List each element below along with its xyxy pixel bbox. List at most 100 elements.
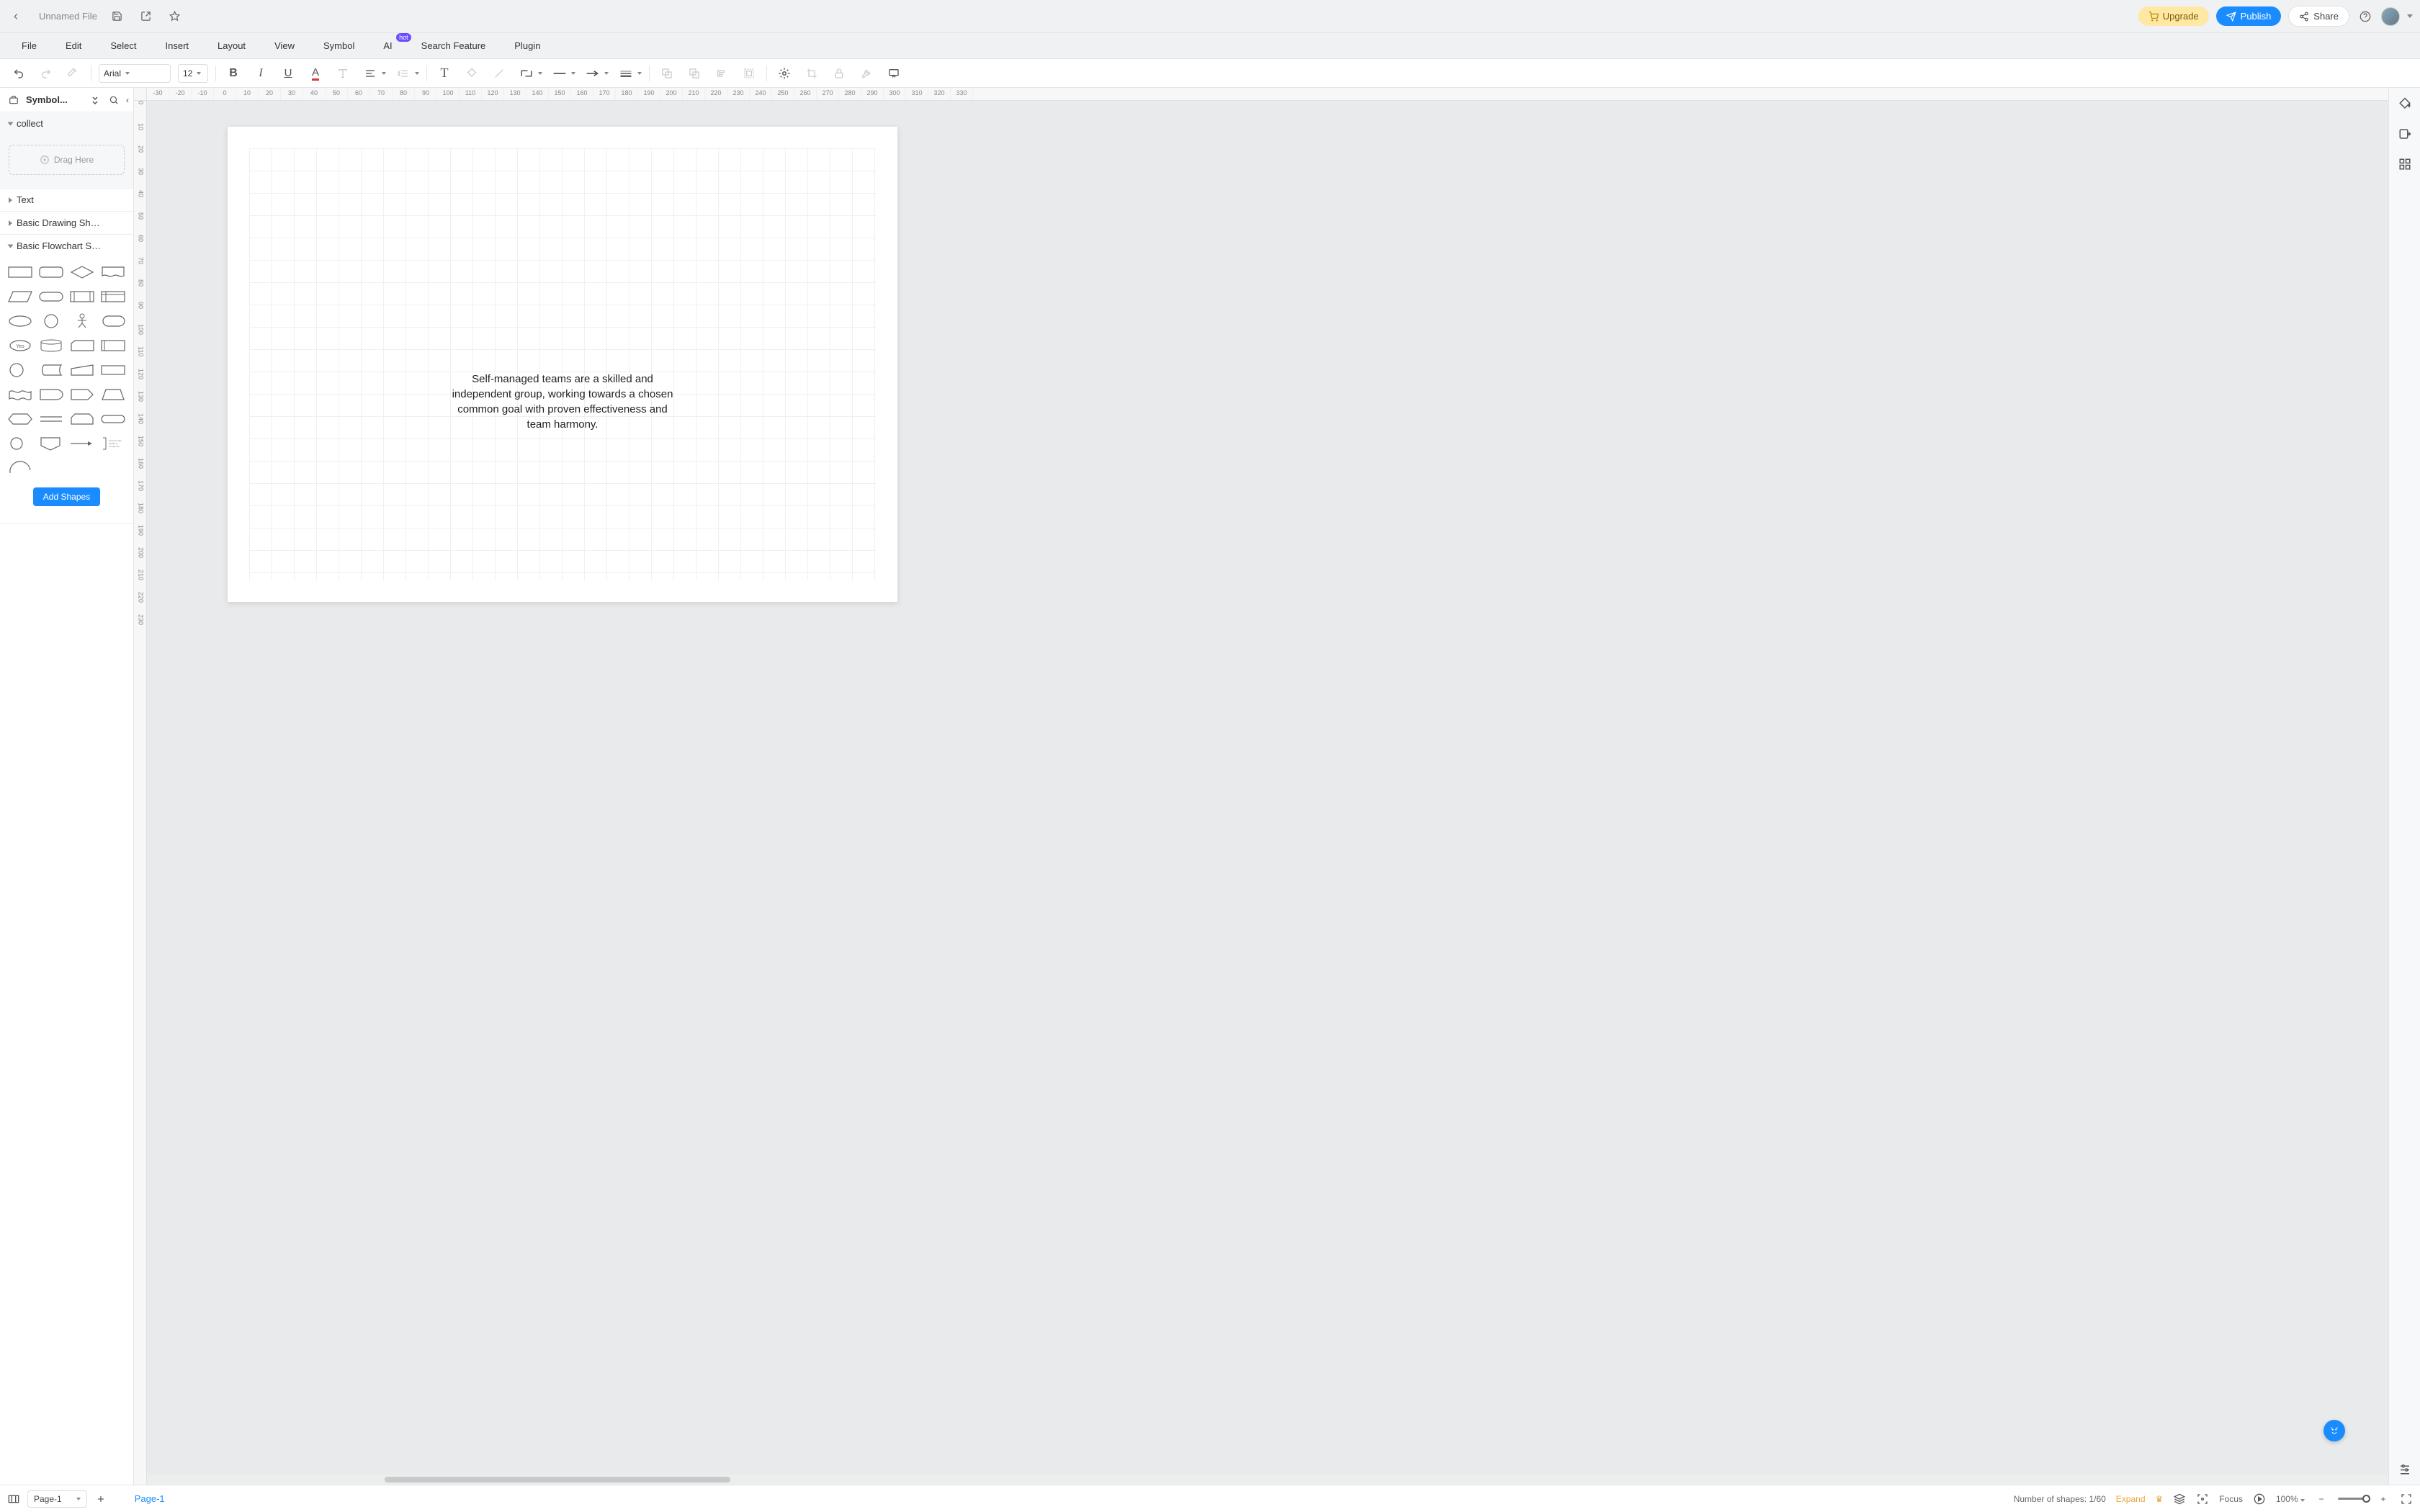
menu-ai[interactable]: AI hot bbox=[369, 36, 406, 55]
shape-pill[interactable] bbox=[99, 410, 126, 428]
shape-subroutine[interactable] bbox=[99, 336, 126, 355]
horizontal-ruler[interactable]: -30-20-100102030405060708090100110120130… bbox=[147, 88, 2388, 101]
shape-circle[interactable] bbox=[38, 312, 65, 330]
shape-hexagon[interactable] bbox=[7, 410, 34, 428]
menu-view[interactable]: View bbox=[260, 36, 309, 55]
pages-panel-icon[interactable] bbox=[7, 1493, 20, 1506]
shape-process[interactable] bbox=[7, 263, 34, 282]
focus-target-icon[interactable] bbox=[2196, 1493, 2209, 1506]
bring-to-front-icon[interactable] bbox=[684, 63, 704, 84]
shape-small-circle[interactable] bbox=[7, 434, 34, 453]
expand-link[interactable]: Expand bbox=[2116, 1494, 2146, 1504]
shape-parallel-lines[interactable] bbox=[38, 410, 65, 428]
library-icon[interactable] bbox=[7, 94, 20, 107]
upgrade-button[interactable]: Upgrade bbox=[2138, 6, 2209, 26]
file-title[interactable]: Unnamed File bbox=[39, 11, 97, 22]
shape-database[interactable] bbox=[38, 336, 65, 355]
align-icon[interactable] bbox=[360, 63, 380, 84]
shape-offpage[interactable] bbox=[38, 434, 65, 453]
page-surface[interactable]: Self-managed teams are a skilled and ind… bbox=[228, 127, 897, 602]
save-icon[interactable] bbox=[109, 8, 126, 25]
drag-here-zone[interactable]: Drag Here bbox=[9, 145, 125, 175]
line-spacing-icon[interactable] bbox=[393, 63, 413, 84]
group-icon[interactable] bbox=[739, 63, 759, 84]
page-tab[interactable]: Page-1 bbox=[129, 1490, 171, 1507]
wrench-icon[interactable] bbox=[856, 63, 877, 84]
menu-select[interactable]: Select bbox=[96, 36, 151, 55]
crop-icon[interactable] bbox=[802, 63, 822, 84]
zoom-slider-knob[interactable] bbox=[2362, 1495, 2370, 1503]
horizontal-scrollbar[interactable] bbox=[147, 1475, 2388, 1485]
shape-yes-label[interactable]: Yes bbox=[7, 336, 34, 355]
zoom-label[interactable]: 100% bbox=[2276, 1494, 2305, 1504]
shape-terminator[interactable] bbox=[38, 287, 65, 306]
group-basic-flowchart-header[interactable]: Basic Flowchart S… bbox=[0, 235, 133, 257]
shape-decision[interactable] bbox=[69, 263, 96, 282]
shape-rounded-rect[interactable] bbox=[38, 263, 65, 282]
lock-icon[interactable] bbox=[829, 63, 849, 84]
canvas-text-block[interactable]: Self-managed teams are a skilled and ind… bbox=[447, 372, 678, 432]
account-caret-icon[interactable] bbox=[2407, 14, 2413, 18]
menu-layout[interactable]: Layout bbox=[203, 36, 260, 55]
group-collect-header[interactable]: collect bbox=[0, 112, 133, 135]
font-family-select[interactable]: Arial bbox=[99, 64, 171, 83]
menu-search-feature[interactable]: Search Feature bbox=[407, 36, 501, 55]
layers-icon[interactable] bbox=[2173, 1493, 2186, 1506]
menu-symbol[interactable]: Symbol bbox=[309, 36, 369, 55]
shape-ellipse[interactable] bbox=[7, 312, 34, 330]
focus-label[interactable]: Focus bbox=[2219, 1494, 2243, 1504]
presentation-icon[interactable] bbox=[884, 63, 904, 84]
shape-rect-2[interactable] bbox=[99, 361, 126, 379]
effects-icon[interactable] bbox=[774, 63, 794, 84]
shape-arrow-pentagon[interactable] bbox=[69, 385, 96, 404]
sidebar-expand-icon[interactable] bbox=[89, 94, 102, 107]
play-icon[interactable] bbox=[2253, 1493, 2266, 1506]
add-page-icon[interactable] bbox=[94, 1493, 107, 1506]
help-icon[interactable] bbox=[2357, 8, 2374, 25]
shape-loop-limit[interactable] bbox=[69, 410, 96, 428]
vertical-ruler[interactable]: 0102030405060708090100110120130140150160… bbox=[134, 101, 147, 1485]
settings-panel-icon[interactable] bbox=[2396, 1460, 2414, 1477]
text-box-icon[interactable]: T bbox=[434, 63, 454, 84]
zoom-slider[interactable] bbox=[2338, 1498, 2367, 1500]
text-format-icon[interactable] bbox=[333, 63, 353, 84]
shape-annotation[interactable]: Drag the sidehandle tochange the bbox=[99, 434, 126, 453]
shape-display[interactable] bbox=[99, 312, 126, 330]
font-size-select[interactable]: 12 bbox=[178, 64, 208, 83]
shape-trapezoid[interactable] bbox=[99, 385, 126, 404]
assistant-bubble[interactable] bbox=[2323, 1420, 2345, 1441]
redo-icon[interactable] bbox=[36, 63, 56, 84]
underline-icon[interactable]: U bbox=[278, 63, 298, 84]
menu-edit[interactable]: Edit bbox=[51, 36, 96, 55]
publish-button[interactable]: Publish bbox=[2216, 6, 2282, 26]
fullscreen-icon[interactable] bbox=[2400, 1493, 2413, 1506]
group-text-header[interactable]: Text bbox=[0, 189, 133, 211]
scrollbar-thumb[interactable] bbox=[385, 1477, 730, 1482]
send-to-back-icon[interactable] bbox=[657, 63, 677, 84]
shape-arc[interactable] bbox=[7, 459, 34, 477]
fill-color-icon[interactable] bbox=[462, 63, 482, 84]
export-icon[interactable] bbox=[138, 8, 155, 25]
search-icon[interactable] bbox=[107, 94, 120, 107]
stroke-color-icon[interactable] bbox=[489, 63, 509, 84]
shape-actor[interactable] bbox=[69, 312, 96, 330]
shape-tape[interactable] bbox=[7, 385, 34, 404]
shape-arrow-line[interactable] bbox=[69, 434, 96, 453]
back-icon[interactable] bbox=[7, 8, 24, 25]
undo-icon[interactable] bbox=[9, 63, 29, 84]
star-icon[interactable] bbox=[166, 8, 184, 25]
avatar[interactable] bbox=[2381, 7, 2400, 26]
shape-card[interactable] bbox=[69, 336, 96, 355]
arrow-end-icon[interactable] bbox=[583, 63, 603, 84]
page-selector[interactable]: Page-1 bbox=[27, 1490, 87, 1508]
fill-bucket-icon[interactable] bbox=[2396, 95, 2414, 112]
shape-document[interactable] bbox=[99, 263, 126, 282]
shape-predefined[interactable] bbox=[69, 287, 96, 306]
menu-file[interactable]: File bbox=[7, 36, 51, 55]
share-button[interactable]: Share bbox=[2288, 6, 2349, 27]
zoom-out-icon[interactable]: − bbox=[2315, 1493, 2328, 1506]
menu-plugin[interactable]: Plugin bbox=[500, 36, 555, 55]
apps-grid-icon[interactable] bbox=[2396, 156, 2414, 173]
shape-internal-storage[interactable] bbox=[99, 287, 126, 306]
shape-parallelogram[interactable] bbox=[7, 287, 34, 306]
